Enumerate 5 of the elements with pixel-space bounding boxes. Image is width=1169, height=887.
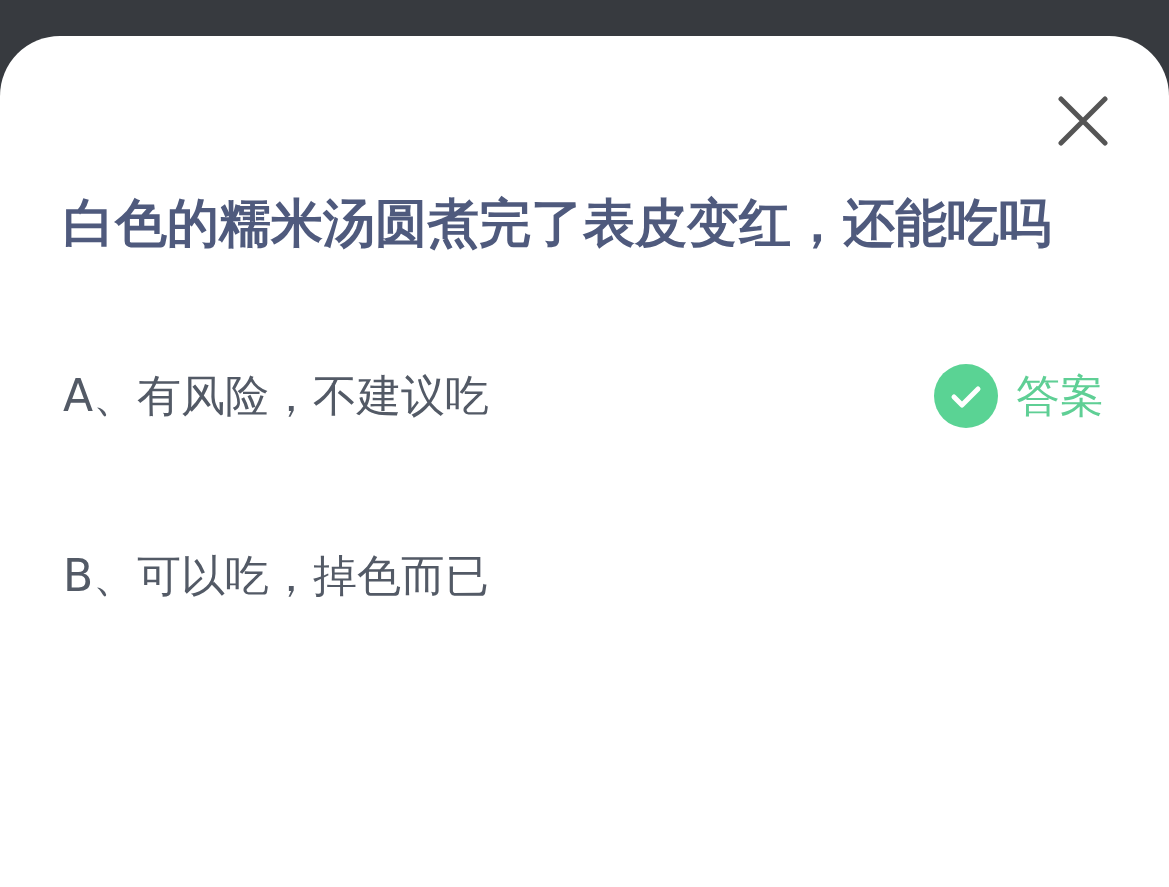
answer-option[interactable]: B、可以吃，掉色而已 bbox=[63, 546, 1104, 606]
question-text: 白色的糯米汤圆煮完了表皮变红，还能吃吗 bbox=[63, 192, 1052, 255]
answer-label: 答案 bbox=[1016, 368, 1104, 423]
close-icon[interactable] bbox=[1058, 96, 1108, 146]
answer-option[interactable]: A、有风险，不建议吃 答案 bbox=[63, 366, 1104, 426]
